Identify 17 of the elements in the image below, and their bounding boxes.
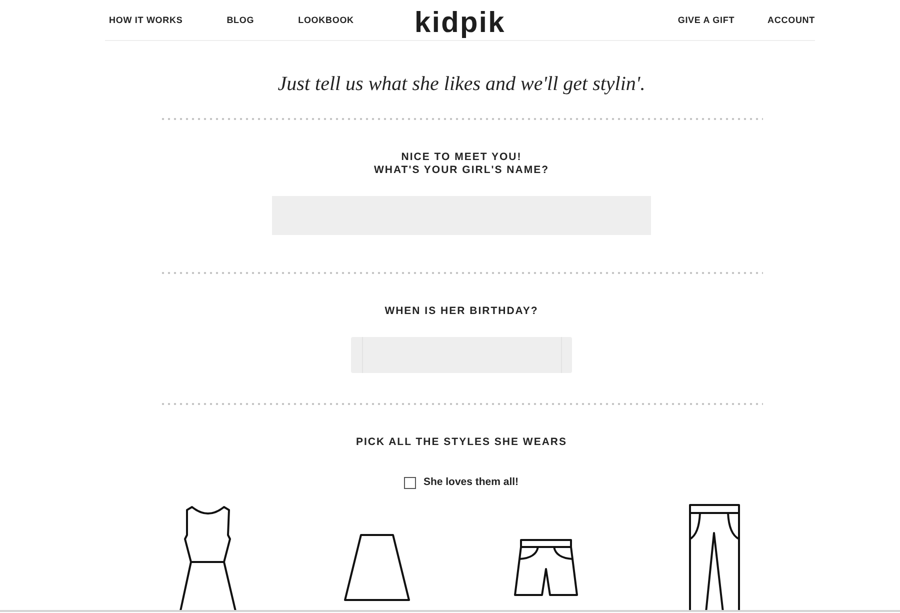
skirt-icon[interactable]: [344, 534, 410, 601]
checkbox[interactable]: [404, 476, 416, 488]
dress-icon[interactable]: [178, 505, 238, 610]
checkbox-label[interactable]: She loves them all!: [423, 476, 519, 489]
nav-link[interactable]: LOOKBOOK: [298, 14, 354, 26]
birthday-field[interactable]: [351, 337, 572, 373]
section-heading: WHEN IS HER BIRTHDAY?: [384, 305, 538, 318]
logo[interactable]: kidpik: [414, 8, 506, 38]
pants-icon[interactable]: [689, 504, 741, 610]
nav-link[interactable]: GIVE A GIFT: [678, 14, 735, 26]
section-heading: NICE TO MEET YOU! WHAT'S YOUR GIRL'S NAME?: [374, 151, 550, 177]
section-heading: PICK ALL THE STYLES SHE WEARS: [356, 436, 568, 449]
nav-link[interactable]: BLOG: [226, 14, 254, 26]
nav-link[interactable]: HOW IT WORKS: [109, 14, 183, 26]
shorts-icon[interactable]: [514, 539, 578, 596]
tagline: Just tell us what she likes and we'll get stylin'.: [276, 72, 646, 96]
nav-link[interactable]: ACCOUNT: [768, 14, 815, 26]
